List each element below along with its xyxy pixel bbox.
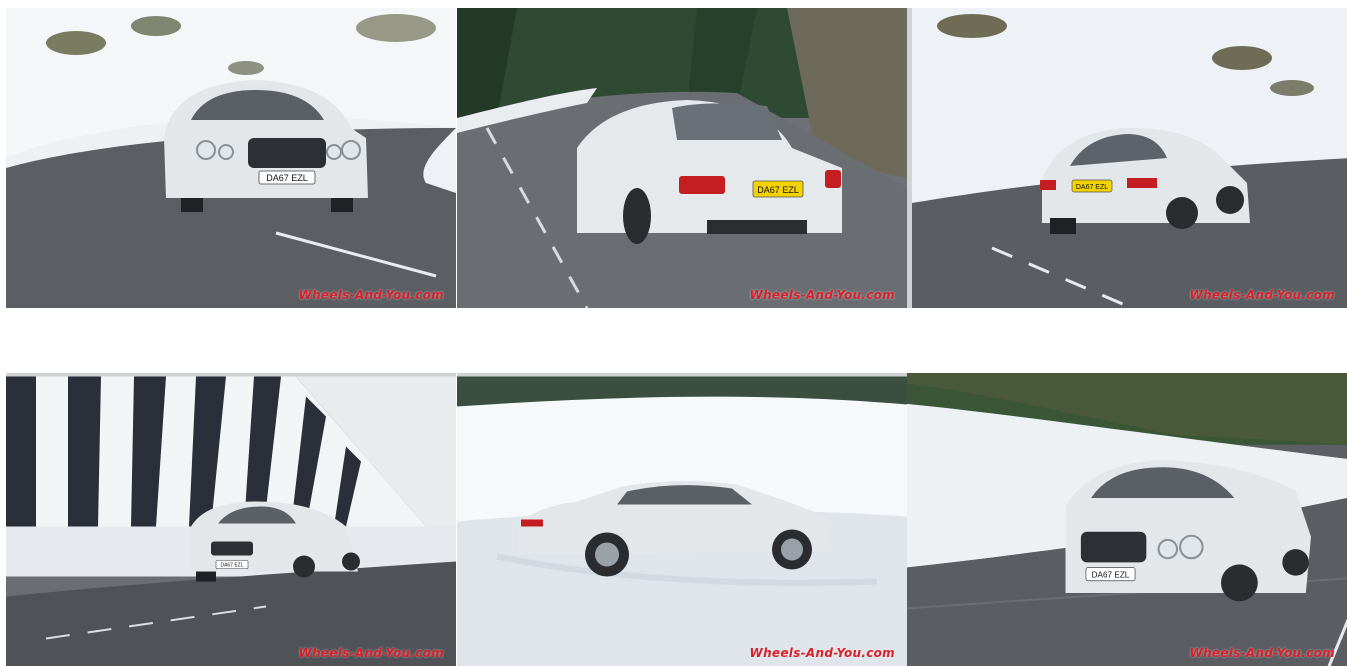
- photo-tile-3[interactable]: DA67 EZL Wheels-And-You.com: [907, 8, 1347, 308]
- photo-tile-4[interactable]: DA67 EZL Wheels-And-You.com: [6, 373, 456, 666]
- watermark: Wheels-And-You.com: [1189, 288, 1335, 302]
- watermark: Wheels-And-You.com: [749, 646, 895, 660]
- photo-front-motion: DA67 EZL: [907, 373, 1347, 666]
- photo-tile-2[interactable]: DA67 EZL Wheels-And-You.com: [457, 8, 907, 308]
- photo-striped-barrier: DA67 EZL: [6, 376, 456, 666]
- photo-tile-5[interactable]: Wheels-And-You.com: [457, 373, 907, 666]
- plate-text: DA67 EZL: [266, 173, 308, 183]
- photo-rear-hairpin: DA67 EZL: [912, 8, 1347, 308]
- photo-front-curve: DA67 EZL: [6, 8, 456, 308]
- plate-text: DA67 EZL: [220, 563, 243, 569]
- watermark: Wheels-And-You.com: [749, 288, 895, 302]
- watermark: Wheels-And-You.com: [1189, 646, 1335, 660]
- watermark: Wheels-And-You.com: [298, 288, 444, 302]
- photo-snow-drift: [457, 376, 907, 666]
- plate-text: DA67 EZL: [757, 185, 799, 195]
- photo-rear-forest: DA67 EZL: [457, 8, 907, 308]
- plate-text: DA67 EZL: [1092, 571, 1130, 580]
- photo-tile-6[interactable]: DA67 EZL Wheels-And-You.com: [907, 373, 1347, 666]
- plate-text: DA67 EZL: [1076, 184, 1108, 191]
- photo-tile-1[interactable]: DA67 EZL Wheels-And-You.com: [6, 8, 456, 308]
- car-front-motion: DA67 EZL: [1065, 460, 1311, 602]
- watermark: Wheels-And-You.com: [298, 646, 444, 660]
